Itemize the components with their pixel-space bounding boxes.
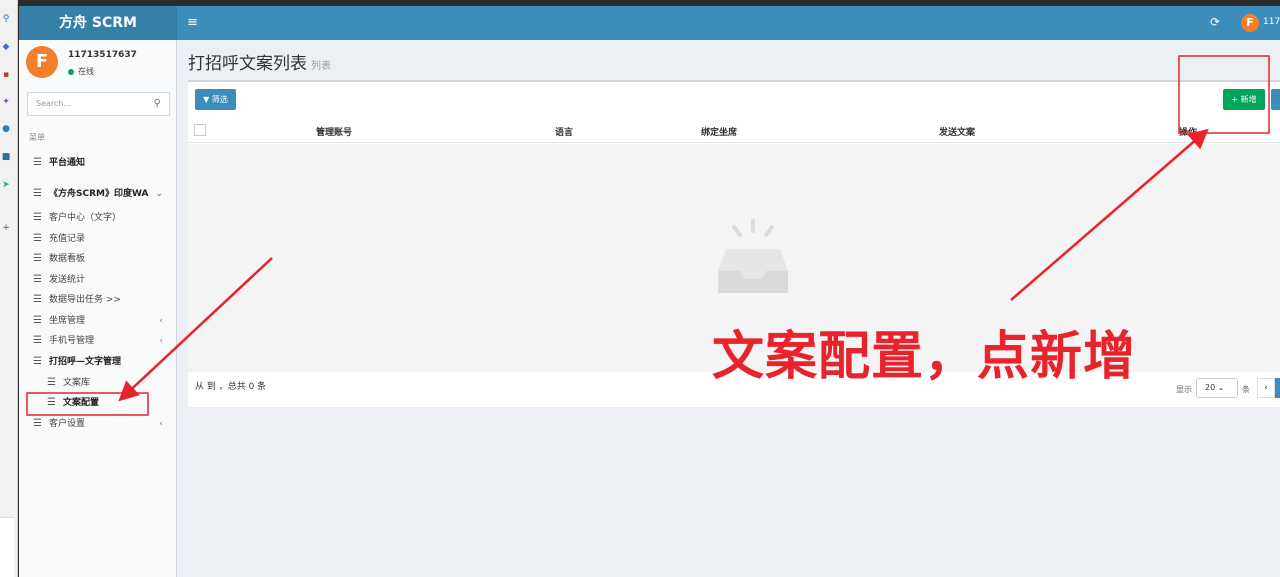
sidebar-item-send-stats[interactable]: ☰ 发送统计 bbox=[19, 270, 177, 290]
menu-icon: ☰ bbox=[33, 188, 42, 199]
sidebar-item-copy-library[interactable]: ☰ 文案库 bbox=[19, 373, 177, 393]
sidebar-item-label: 发送统计 bbox=[49, 275, 86, 285]
menu-icon: ☰ bbox=[33, 212, 42, 223]
chevron-down-icon: ⌄ bbox=[1217, 383, 1225, 392]
add-label: 新增 bbox=[1240, 95, 1257, 104]
page-size-select[interactable]: 20 ⌄ bbox=[1196, 378, 1238, 398]
sidebar-item-label: 手机号管理 bbox=[49, 336, 95, 346]
menu-icon: ☰ bbox=[33, 315, 42, 326]
outlook-icon[interactable]: ■ bbox=[0, 152, 12, 162]
user-status-label: 在线 bbox=[78, 67, 94, 76]
sidebar-toggle-icon[interactable]: ≡ bbox=[187, 15, 198, 30]
table-summary: 从 到 ，总共 0 条 bbox=[195, 382, 267, 392]
column-header[interactable]: 操作 bbox=[1179, 125, 1197, 138]
menu-icon: ☰ bbox=[33, 157, 42, 168]
menu-icon: ☰ bbox=[33, 253, 42, 264]
send-icon[interactable]: ➤ bbox=[0, 180, 12, 190]
search-input[interactable]: Search... ⚲ bbox=[27, 92, 170, 116]
sidebar-item-seat-management[interactable]: ☰ 坐席管理 ‹ bbox=[19, 311, 177, 331]
annotation-text: 文案配置，点新增 bbox=[712, 327, 1137, 387]
add-button[interactable]: + 新增 bbox=[1223, 89, 1265, 110]
plus-icon[interactable]: + bbox=[0, 223, 12, 233]
strip-panel bbox=[0, 517, 14, 577]
sidebar-item-label: 数据看板 bbox=[49, 254, 86, 264]
sidebar-item-export-tasks[interactable]: ☰ 数据导出任务 >> bbox=[19, 290, 177, 310]
toolbar-more-button[interactable] bbox=[1271, 89, 1280, 110]
refresh-icon[interactable]: ⟳ bbox=[1210, 15, 1220, 29]
column-header[interactable]: 语言 bbox=[555, 125, 573, 138]
sidebar-item-label: 客户中心（文字） bbox=[49, 213, 122, 223]
menu-header: 菜单 bbox=[29, 133, 45, 142]
column-header[interactable]: 管理账号 bbox=[316, 125, 352, 138]
sidebar-item-customer-settings[interactable]: ☰ 客户设置 ‹ bbox=[19, 414, 177, 434]
circle-icon[interactable]: ● bbox=[0, 124, 12, 134]
sidebar-item-recharge[interactable]: ☰ 充值记录 bbox=[19, 229, 177, 249]
extension-icon[interactable]: ✦ bbox=[0, 97, 12, 107]
sidebar-item-dashboard[interactable]: ☰ 数据看板 bbox=[19, 249, 177, 269]
table-header: 管理账号 语言 绑定坐席 发送文案 操作 bbox=[188, 117, 1280, 143]
sidebar-item-label: 坐席管理 bbox=[49, 316, 86, 326]
sidebar-item-copy-config[interactable]: ☰ 文案配置 bbox=[19, 393, 177, 413]
chevron-left-icon: ‹ bbox=[159, 419, 163, 429]
sidebar-item-greeting-text[interactable]: ☰ 打招呼—文字管理 bbox=[19, 352, 177, 372]
sidebar-item-label: 打招呼—文字管理 bbox=[49, 357, 122, 367]
user-status: 在线 bbox=[68, 66, 94, 77]
sidebar-item-label: 平台通知 bbox=[49, 158, 86, 168]
sidebar-item-label: 客户设置 bbox=[49, 419, 86, 429]
select-all-checkbox[interactable] bbox=[194, 124, 206, 136]
filter-icon: ▼ bbox=[203, 95, 210, 104]
menu-icon: ☰ bbox=[33, 335, 42, 346]
menu-icon: ☰ bbox=[33, 233, 42, 244]
avatar[interactable]: F bbox=[1241, 14, 1259, 32]
menu-icon: ☰ bbox=[33, 294, 42, 305]
chevron-left-icon: ‹ bbox=[159, 336, 163, 346]
sidebar-item-label: 文案库 bbox=[63, 378, 91, 388]
browser-side-strip: ⚲ ◆ ▪ ✦ ● ■ ➤ + bbox=[0, 0, 18, 577]
extension-icon[interactable]: ◆ bbox=[0, 42, 12, 52]
online-dot-icon bbox=[68, 68, 74, 75]
filter-label: 筛选 bbox=[211, 95, 228, 104]
app-logo[interactable]: 方舟 SCRM bbox=[19, 6, 177, 40]
chevron-left-icon: ‹ bbox=[159, 316, 163, 326]
page-subtitle: 列表 bbox=[311, 61, 331, 72]
plus-icon: + bbox=[1231, 95, 1239, 104]
menu-icon: ☰ bbox=[47, 397, 56, 408]
column-header[interactable]: 发送文案 bbox=[939, 125, 975, 138]
search-icon[interactable]: ⚲ bbox=[0, 14, 12, 24]
sidebar-item-india-wa[interactable]: ☰ 《方舟SCRM》印度WA ⌄ bbox=[19, 184, 177, 204]
user-name: 11713517637 bbox=[68, 50, 137, 60]
user-panel: F 11713517637 在线 bbox=[19, 40, 177, 90]
sidebar-item-label: 文案配置 bbox=[63, 398, 100, 408]
menu-icon: ☰ bbox=[33, 274, 42, 285]
current-page-button[interactable] bbox=[1275, 378, 1280, 398]
page-title-text: 打招呼文案列表 bbox=[188, 54, 307, 74]
page-title: 打招呼文案列表 列表 bbox=[188, 49, 331, 74]
avatar: F bbox=[26, 46, 58, 78]
chevron-down-icon: ⌄ bbox=[155, 189, 163, 199]
main-content: 打招呼文案列表 列表 ▼ 筛选 + 新增 管理账号 语言 绑定坐席 发送文案 操作 bbox=[178, 40, 1280, 577]
sidebar-item-label: 《方舟SCRM》印度WA bbox=[49, 189, 149, 199]
search-icon[interactable]: ⚲ bbox=[154, 98, 161, 109]
empty-inbox-icon bbox=[718, 219, 788, 293]
sidebar-item-platform-notice[interactable]: ☰ 平台通知 bbox=[19, 153, 177, 173]
sidebar-item-phone-management[interactable]: ☰ 手机号管理 ‹ bbox=[19, 331, 177, 351]
menu-icon: ☰ bbox=[33, 418, 42, 429]
app-window: 方舟 SCRM ≡ ⟳ F 117 F 11713517637 在线 Searc… bbox=[19, 6, 1280, 577]
top-username[interactable]: 117 bbox=[1263, 17, 1280, 27]
menu-icon: ☰ bbox=[47, 377, 56, 388]
prev-page-button[interactable]: ‹ bbox=[1257, 378, 1275, 398]
sidebar-item-label: 充值记录 bbox=[49, 234, 86, 244]
filter-button[interactable]: ▼ 筛选 bbox=[195, 89, 236, 110]
sidebar-item-label: 数据导出任务 >> bbox=[49, 295, 121, 305]
top-navbar: 方舟 SCRM ≡ ⟳ F 117 bbox=[19, 6, 1280, 40]
column-header[interactable]: 绑定坐席 bbox=[701, 125, 737, 138]
search-placeholder: Search... bbox=[36, 99, 72, 108]
page-size-value: 20 bbox=[1205, 383, 1216, 392]
sidebar: F 11713517637 在线 Search... ⚲ 菜单 ☰ 平台通知 ☰… bbox=[19, 40, 177, 577]
menu-icon: ☰ bbox=[33, 356, 42, 367]
page-size-label: 显示 bbox=[1176, 385, 1192, 394]
briefcase-icon[interactable]: ▪ bbox=[0, 70, 12, 80]
sidebar-item-customer-center[interactable]: ☰ 客户中心（文字） bbox=[19, 208, 177, 228]
page-size-unit: 条 bbox=[1242, 385, 1250, 394]
